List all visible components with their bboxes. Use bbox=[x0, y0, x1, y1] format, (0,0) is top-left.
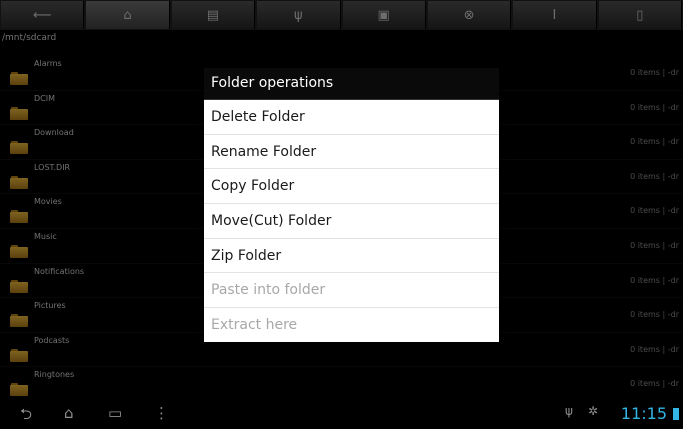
usb-status-icon: ψ bbox=[565, 404, 573, 418]
battery-icon bbox=[673, 408, 679, 420]
system-bar: ⮌ ⌂ ▭ ⋮ ψ ✲ 11:15 bbox=[0, 400, 683, 428]
toolbar: ⟵ ⌂ ▤ ψ ▣ ⊗ I ▯ bbox=[0, 0, 683, 30]
delete-folder-item[interactable]: Delete Folder bbox=[204, 100, 499, 135]
dialog-title: Folder operations bbox=[204, 68, 499, 100]
home-nav-icon[interactable]: ⌂ bbox=[64, 404, 74, 422]
usb-icon[interactable]: ψ bbox=[257, 1, 341, 29]
bookmark-icon[interactable]: ▤ bbox=[171, 1, 256, 29]
image-glyph: ▣ bbox=[377, 7, 390, 23]
tools-glyph: I bbox=[552, 7, 557, 23]
debug-status-icon: ✲ bbox=[588, 404, 599, 418]
bookmark-glyph: ▤ bbox=[206, 7, 220, 23]
move-folder-item[interactable]: Move(Cut) Folder bbox=[204, 204, 499, 239]
home-glyph: ⌂ bbox=[123, 7, 132, 23]
settings-icon[interactable]: ⊗ bbox=[427, 1, 512, 29]
back-glyph: ⟵ bbox=[32, 7, 52, 23]
tools-icon[interactable]: I bbox=[513, 1, 597, 29]
usb-glyph: ψ bbox=[294, 7, 303, 23]
copy-folder-item[interactable]: Copy Folder bbox=[204, 169, 499, 205]
rename-folder-item[interactable]: Rename Folder bbox=[204, 135, 499, 170]
back-nav-icon[interactable]: ⮌ bbox=[20, 404, 32, 429]
back-icon[interactable]: ⟵ bbox=[1, 1, 85, 29]
paste-into-folder-item: Paste into folder bbox=[204, 273, 499, 309]
zip-folder-item[interactable]: Zip Folder bbox=[204, 239, 499, 274]
home-icon[interactable]: ⌂ bbox=[86, 1, 170, 29]
file-icon[interactable]: ▯ bbox=[598, 1, 682, 29]
recent-apps-icon[interactable]: ▭ bbox=[108, 404, 122, 422]
extract-here-item: Extract here bbox=[211, 317, 298, 334]
settings-glyph: ⊗ bbox=[463, 7, 475, 23]
menu-icon[interactable]: ⋮ bbox=[154, 404, 169, 422]
file-glyph: ▯ bbox=[636, 7, 644, 23]
folder-operations-dialog: Folder operations Delete Folder Rename F… bbox=[204, 68, 499, 342]
clock[interactable]: 11:15 bbox=[621, 404, 667, 423]
image-icon[interactable]: ▣ bbox=[342, 1, 426, 29]
